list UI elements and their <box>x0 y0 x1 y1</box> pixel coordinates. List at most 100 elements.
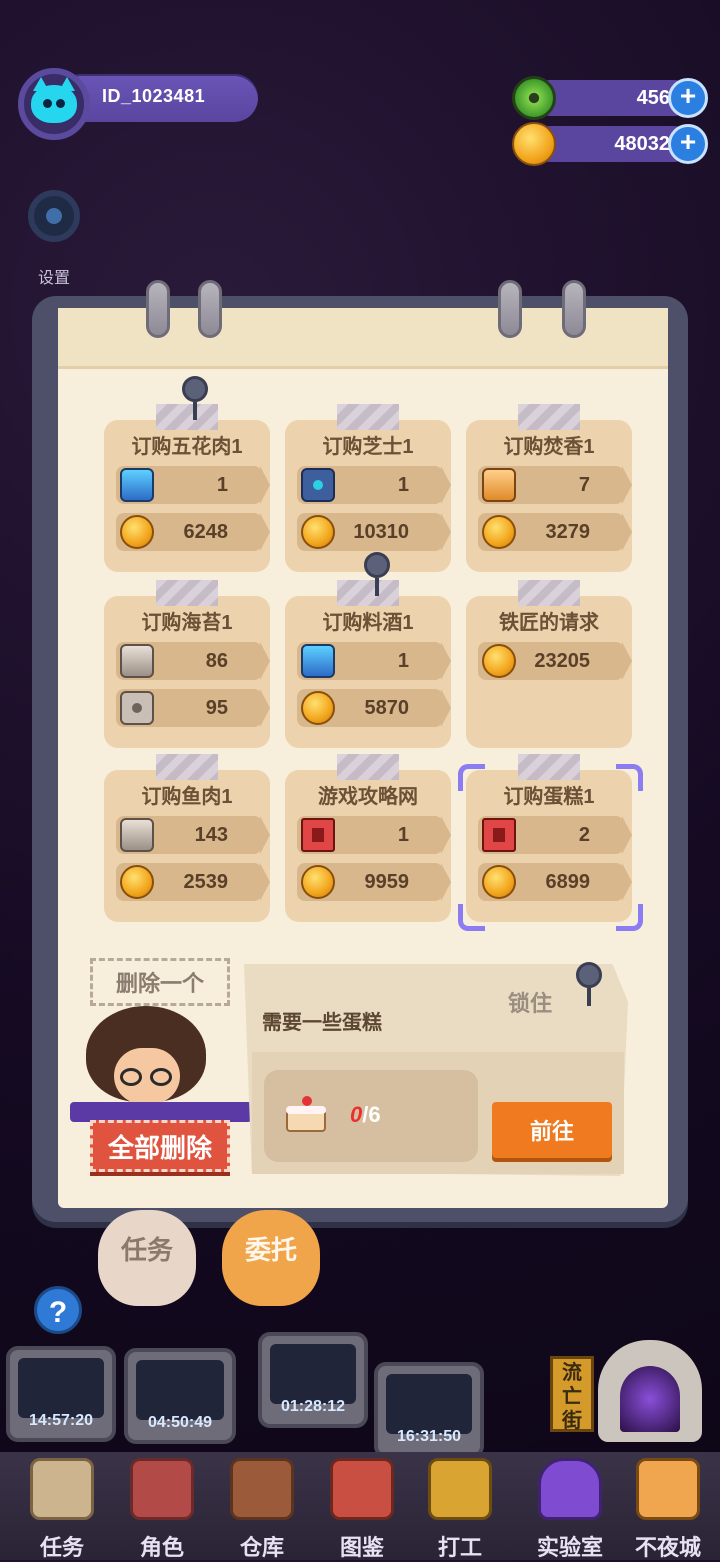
add-gem-button[interactable]: + <box>668 78 708 118</box>
nav-label: 打工 <box>437 1535 482 1560</box>
add-coin-button[interactable]: + <box>668 124 708 164</box>
coin-counter: 48032 + <box>512 122 708 166</box>
lock-label[interactable]: 锁住 <box>508 986 552 1018</box>
grey-bolt-icon <box>120 818 154 852</box>
go-button[interactable]: 前往 <box>492 1102 612 1158</box>
ring-binder-icon <box>198 280 222 338</box>
order-title: 订购五花肉1 <box>131 436 243 458</box>
tab-commission[interactable]: 委托 <box>222 1210 320 1306</box>
order-requirement-row: 86 <box>116 642 270 680</box>
timer-machine[interactable]: 16:31:50 <box>374 1362 484 1458</box>
coin-icon <box>120 515 154 549</box>
blue-bolt-icon <box>120 468 154 502</box>
order-requirement-row: 1 <box>116 466 270 504</box>
nav-character[interactable]: 角色 <box>120 1458 204 1560</box>
order-value: 1 <box>397 474 409 496</box>
order-card[interactable]: 订购焚香1 7 3279 <box>466 404 632 572</box>
grey-bolt-icon <box>120 644 154 678</box>
timer-machine[interactable]: 04:50:49 <box>124 1348 236 1444</box>
coin-icon <box>482 644 516 678</box>
coin-icon <box>482 515 516 549</box>
coin-value: 48032 <box>614 133 670 155</box>
progress-current: 0 <box>350 1102 363 1127</box>
order-requirement-row: 143 <box>116 816 270 854</box>
progress-total: /6 <box>362 1102 381 1127</box>
order-requirement-row: 3279 <box>478 513 632 551</box>
selection-corner <box>458 764 485 791</box>
grey-nut-icon <box>120 691 154 725</box>
order-requirement-row: 95 <box>116 689 270 727</box>
coin-icon <box>301 865 335 899</box>
order-value: 10310 <box>353 521 409 543</box>
order-title: 订购焚香1 <box>503 436 595 458</box>
tape-icon <box>337 404 399 430</box>
nav-collection[interactable]: 图鉴 <box>320 1458 404 1560</box>
exile-street-sign[interactable]: 流亡街 <box>550 1356 594 1432</box>
requirement-progress: 0/6 <box>350 1102 381 1128</box>
order-value: 9959 <box>364 871 410 893</box>
timer-machine[interactable]: 14:57:20 <box>6 1346 116 1442</box>
tape-icon <box>156 754 218 780</box>
timer-machine[interactable]: 01:28:12 <box>258 1332 368 1428</box>
order-card[interactable]: 订购蛋糕1 2 6899 <box>466 754 632 922</box>
tape-icon <box>518 404 580 430</box>
nav-task[interactable]: 任务 <box>20 1458 104 1560</box>
coin-icon <box>482 865 516 899</box>
order-value: 1 <box>397 650 409 672</box>
portal-icon[interactable] <box>598 1340 702 1442</box>
clerk-counter <box>70 1102 252 1122</box>
order-title: 铁匠的请求 <box>499 612 599 634</box>
delete-all-button[interactable]: 全部删除 <box>90 1120 230 1172</box>
order-card[interactable]: 订购鱼肉1 143 2539 <box>104 754 270 922</box>
order-value: 7 <box>578 474 590 496</box>
order-card[interactable]: 订购海苔1 86 95 <box>104 580 270 748</box>
coin-icon <box>301 515 335 549</box>
coin-icon <box>120 865 154 899</box>
settings-label: 设置 <box>37 270 70 287</box>
tab-task[interactable]: 任务 <box>98 1210 196 1306</box>
coin-icon <box>512 122 556 166</box>
timer-text: 04:50:49 <box>147 1414 213 1431</box>
delete-one-button[interactable]: 删除一个 <box>90 958 230 1006</box>
nav-label: 仓库 <box>239 1535 284 1560</box>
help-button[interactable]: ? <box>34 1286 82 1334</box>
tape-icon <box>156 580 218 606</box>
gem-value: 456 <box>636 87 670 109</box>
order-card[interactable]: 订购五花肉1 1 6248 <box>104 404 270 572</box>
pin-icon <box>364 552 392 596</box>
order-card[interactable]: 订购料酒1 1 5870 <box>285 580 451 748</box>
order-value: 6899 <box>545 871 591 893</box>
pin-icon <box>182 376 210 420</box>
gem-icon <box>512 76 556 120</box>
ring-binder-icon <box>562 280 586 338</box>
gem-counter: 456 + <box>512 76 708 120</box>
timer-text: 01:28:12 <box>280 1398 346 1415</box>
nav-label: 图鉴 <box>339 1535 384 1560</box>
player-profile[interactable]: ID_1023481 <box>18 68 260 140</box>
order-value: 1 <box>397 824 409 846</box>
order-title: 订购鱼肉1 <box>141 786 233 808</box>
order-title: 订购料酒1 <box>322 612 414 634</box>
cat-city-icon <box>636 1458 700 1520</box>
order-card[interactable]: 游戏攻略网 1 9959 <box>285 754 451 922</box>
nav-lab[interactable]: 实验室 <box>520 1458 620 1560</box>
avatar[interactable] <box>18 68 90 140</box>
flask-icon <box>538 1458 602 1520</box>
ring-binder-icon <box>146 280 170 338</box>
nav-warehouse[interactable]: 仓库 <box>220 1458 304 1560</box>
order-title: 订购芝士1 <box>322 436 414 458</box>
nav-nightless-city[interactable]: 不夜城 <box>620 1458 716 1560</box>
order-card[interactable]: 铁匠的请求 23205 <box>466 580 632 748</box>
orange-bolt-icon <box>482 468 516 502</box>
nav-work[interactable]: 打工 <box>418 1458 502 1560</box>
chest-icon <box>230 1458 294 1520</box>
tape-icon <box>518 754 580 780</box>
nav-label: 任务 <box>39 1535 84 1560</box>
lock-pin-icon[interactable] <box>576 962 604 1006</box>
selection-corner <box>616 904 643 931</box>
order-card[interactable]: 订购芝士1 1 10310 <box>285 404 451 572</box>
settings-button[interactable]: 设置 <box>22 190 86 290</box>
order-value: 1 <box>216 474 228 496</box>
order-title: 订购蛋糕1 <box>503 786 595 808</box>
order-requirement-row: 10310 <box>297 513 451 551</box>
